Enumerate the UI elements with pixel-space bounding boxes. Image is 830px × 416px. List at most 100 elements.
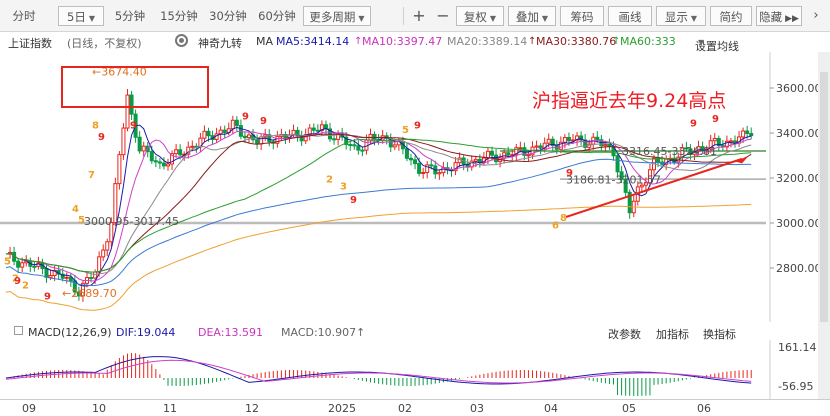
td-count-label: 9 <box>260 116 267 127</box>
candle-body <box>352 144 357 147</box>
draw-button[interactable]: 画线 <box>608 6 652 26</box>
more-periods-label: 更多周期 <box>309 10 356 24</box>
chevron-down-icon: ▼ <box>698 38 705 47</box>
candle-body <box>409 157 413 161</box>
indicator-name[interactable]: 神奇九转 <box>198 35 242 51</box>
td-count-label: 9 <box>350 195 357 206</box>
expand-icon[interactable]: › <box>806 6 826 26</box>
display-label: 显示 <box>664 10 688 24</box>
chevron-down-icon: ▼ <box>489 14 497 23</box>
candle-body <box>141 145 146 152</box>
candle-body <box>356 145 361 151</box>
vertical-scrollbar[interactable] <box>818 52 830 399</box>
ma20-value: MA20:3389.14 <box>447 35 528 48</box>
adjust-label: 复权 <box>463 10 487 24</box>
candle-body <box>206 130 211 137</box>
more-periods-dropdown[interactable]: 更多周期 ▼ <box>303 6 371 26</box>
candle-body <box>728 140 733 143</box>
candle-body <box>64 276 69 279</box>
td-count-label: 4 <box>72 204 79 215</box>
hide-button[interactable]: 隐藏 ▶▶ <box>756 6 802 26</box>
compact-button[interactable]: 简约 <box>710 6 752 26</box>
period-5min-button[interactable]: 5分钟 <box>108 6 152 26</box>
y-tick-label: 3200.00 <box>776 172 818 185</box>
candle-body <box>190 145 195 148</box>
candle-body <box>421 171 426 174</box>
y-tick-label: 3000.00 <box>776 217 818 230</box>
candle-body <box>16 260 21 268</box>
overlay-dropdown[interactable]: 叠加 ▼ <box>508 6 556 26</box>
candle-body <box>291 129 296 136</box>
candle-body <box>222 129 227 133</box>
x-tick-label: 12 <box>245 402 259 415</box>
td-count-label: 9 <box>130 121 137 132</box>
td-count-label: 9 <box>712 114 719 125</box>
x-tick-label: 2025 <box>328 402 356 415</box>
td-count-label: 6 <box>552 221 559 232</box>
adjust-dropdown[interactable]: 复权 ▼ <box>456 6 504 26</box>
candle-body <box>315 129 320 132</box>
macd-label: MACD(12,26,9) <box>28 326 112 339</box>
x-tick-label: 02 <box>398 402 412 415</box>
candle-body <box>538 145 543 149</box>
td-count-label: 8 <box>92 121 99 132</box>
period-30min-button[interactable]: 30分钟 <box>204 6 252 26</box>
chevron-down-icon: ▼ <box>690 14 698 23</box>
candle-body <box>526 154 531 157</box>
candle-body <box>20 262 25 268</box>
zoom-in-button[interactable]: + <box>408 6 430 26</box>
candle-body <box>117 154 122 185</box>
td-count-label: 3 <box>340 181 347 192</box>
checkbox-icon[interactable] <box>14 326 23 335</box>
candle-body <box>348 143 353 146</box>
candle-body <box>255 139 260 145</box>
candle-body <box>48 275 53 278</box>
td-count-label: 5 <box>402 125 409 136</box>
macd-chart: 161.14 -56.95 <box>5 340 817 399</box>
gap1-label: 3000.95-3017.45 <box>84 215 179 228</box>
candle-body <box>332 138 337 141</box>
chips-button[interactable]: 筹码 <box>560 6 604 26</box>
ma-info-bar: 上证指数 (日线，不复权) 神奇九转 MA MA5:3414.14 ↑ MA10… <box>0 32 830 52</box>
candle-body <box>417 163 422 174</box>
candle-body <box>607 144 612 148</box>
period-5day-dropdown[interactable]: 5日 ▼ <box>58 6 104 26</box>
macd-tick-label: 161.14 <box>778 341 817 354</box>
overlay-label: 叠加 <box>515 10 539 24</box>
candle-body <box>242 135 247 139</box>
td-count-label: 5 <box>78 215 85 226</box>
candle-body <box>595 136 600 141</box>
candle-body <box>97 256 102 273</box>
td-count-label: 5 <box>4 257 11 268</box>
candle-body <box>157 161 162 164</box>
display-dropdown[interactable]: 显示 ▼ <box>656 6 706 26</box>
gap3-label: 3316.45-3324.81 <box>622 145 717 158</box>
candle-body <box>372 133 377 140</box>
candle-body <box>745 130 750 134</box>
chevron-down-icon: ▼ <box>358 14 365 23</box>
period-intraday-button[interactable]: 分时 <box>2 6 46 26</box>
chevron-down-icon: ▼ <box>541 14 549 23</box>
candle-body <box>234 119 239 127</box>
candle-body <box>360 149 365 152</box>
ma5-value: MA5:3414.14 <box>276 35 350 48</box>
period-15min-button[interactable]: 15分钟 <box>155 6 203 26</box>
candle-body <box>566 137 571 142</box>
candle-body <box>518 147 523 150</box>
period-60min-button[interactable]: 60分钟 <box>253 6 301 26</box>
x-axis: 09 10 11 12 2025 02 03 04 05 06 <box>0 399 830 416</box>
candle-body <box>413 159 418 165</box>
candle-body <box>404 148 409 159</box>
candle-body <box>202 130 207 139</box>
scrollbar-thumb[interactable] <box>820 72 828 322</box>
candle-body <box>749 132 754 137</box>
zoom-out-button[interactable]: − <box>432 6 454 26</box>
index-title: 上证指数 <box>8 37 52 50</box>
candle-body <box>437 172 442 175</box>
double-chevron-right-icon: ▶▶ <box>785 14 799 24</box>
gear-icon[interactable] <box>175 34 188 47</box>
toolbar-divider <box>403 7 404 25</box>
ma30-value: MA30:3380.76 <box>536 35 617 48</box>
td-count-label: 9 <box>44 292 51 303</box>
ma60-value: MA60:333 <box>620 35 676 48</box>
